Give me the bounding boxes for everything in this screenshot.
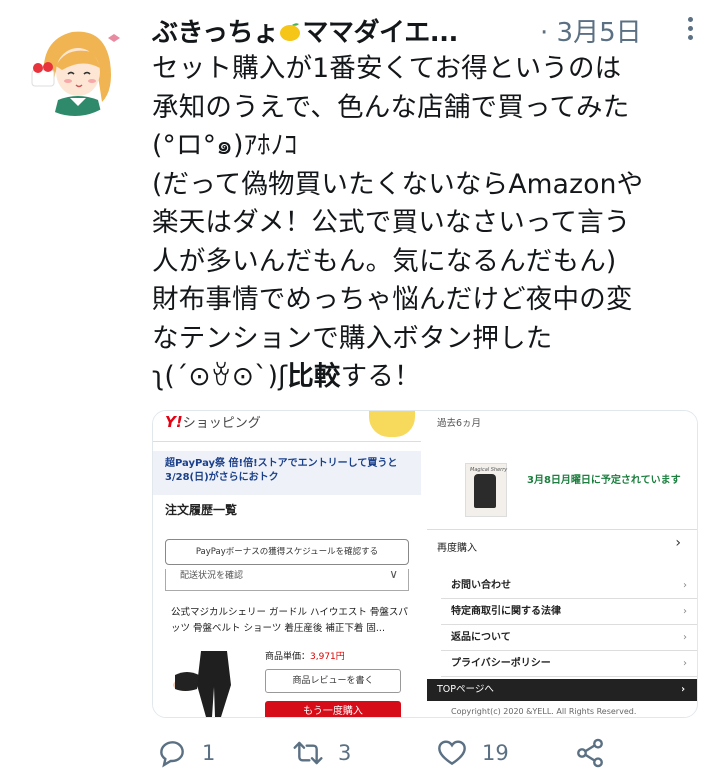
footer-link-label: お問い合わせ xyxy=(451,580,511,591)
avatar[interactable] xyxy=(22,10,128,116)
tweet-line-last: ʅ(´⊙ꈊ⊙`)ʃ比較する！ xyxy=(152,358,708,397)
line-suffix: する！ xyxy=(340,361,421,392)
chevron-right-icon: › xyxy=(683,606,687,617)
footer-link-label: 返品について xyxy=(451,632,511,643)
author-name-tail: ママダイエ... xyxy=(302,18,458,48)
reply-icon xyxy=(160,741,184,768)
write-review-button: 商品レビューを書く xyxy=(265,669,401,693)
buy-again-button: もう一度購入 xyxy=(265,701,401,717)
author-name-text: ぶきっちょ xyxy=(152,18,279,48)
status-select-text: 配送状況を確認 xyxy=(180,571,244,581)
more-options-icon[interactable] xyxy=(682,14,698,44)
retweet-button[interactable]: 3 xyxy=(292,738,351,768)
product-price: 商品単価：3,971円 xyxy=(265,649,345,662)
media-grid: Y!ショッピング 超PayPay祭 倍!倍!ストアでエントリーして買うと3/28… xyxy=(152,410,698,718)
media-image-4[interactable]: お問い合わせ › 特定商取引に関する法律 › 返品について › プライバシーポリシー ›… xyxy=(427,569,697,717)
footer-link-label: 特定商取引に関する法律 xyxy=(451,606,561,617)
product-thumbnail: Magical Sherry xyxy=(465,463,507,517)
top-page-label: TOPページへ xyxy=(437,684,494,695)
chevron-right-icon: › xyxy=(683,632,687,643)
footer-link-privacy: プライバシーポリシー › xyxy=(441,651,697,677)
media-image-3[interactable]: 配送状況を確認 ∨ 公式マジカルシェリー ガードル ハイウエスト 骨盤スパッツ 骨… xyxy=(153,569,421,717)
yahoo-header: Y!ショッピング xyxy=(153,411,421,442)
tweet-line: 楽天はダメ！公式で買いなさいって言う xyxy=(152,207,631,238)
copyright: Copyright(c) 2020 &YELL. All Rights Rese… xyxy=(451,707,637,716)
yahoo-logo-text: ショッピング xyxy=(182,416,261,431)
order-history-title: 注文履歴一覧 xyxy=(165,503,238,517)
period-label: 過去6ヵ月 xyxy=(437,418,482,429)
footer-link-returns: 返品について › xyxy=(441,625,697,651)
mascot-icon xyxy=(369,411,415,437)
tweet-line: セット購入が1番安くてお得というのは xyxy=(152,53,622,84)
footer-link-law: 特定商取引に関する法律 › xyxy=(441,599,697,625)
chevron-right-icon: › xyxy=(683,580,687,591)
chevron-right-icon: › xyxy=(681,684,685,695)
like-button[interactable]: 19 xyxy=(436,738,509,768)
chevron-down-icon: ∨ xyxy=(389,569,398,581)
tweet-line: なテンションで購入ボタン押した xyxy=(152,322,553,354)
promo-banner: 超PayPay祭 倍!倍!ストアでエントリーして買うと3/28(日)がさらにおト… xyxy=(153,451,421,495)
product-name: 公式マジカルシェリー ガードル ハイウエスト 骨盤スパッツ 骨盤ベルト ショーツ… xyxy=(171,607,408,634)
tweet-line: 財布事情でめっちゃ悩んだけど夜中の変 xyxy=(152,284,633,315)
retweet-count: 3 xyxy=(338,741,352,765)
delivery-status: 3月8日月曜日に予定されています xyxy=(527,475,681,486)
media-image-2[interactable]: 過去6ヵ月 Magical Sherry 3月8日月曜日に予定されています 再度… xyxy=(427,411,697,565)
footer-link-label: プライバシーポリシー xyxy=(451,658,551,669)
promo-text: 超PayPay祭 倍!倍!ストアでエントリーして買うと3/28(日)がさらにおト… xyxy=(165,458,398,483)
delivery-status-select: 配送状況を確認 ∨ xyxy=(165,569,409,591)
retweet-icon xyxy=(293,741,323,765)
chevron-right-icon: › xyxy=(675,535,681,551)
tweet-date[interactable]: · 3月5日 xyxy=(540,12,642,49)
divider xyxy=(427,529,697,530)
product-image xyxy=(171,645,255,717)
chevron-right-icon: › xyxy=(683,658,687,669)
kaomoji: ʅ(´⊙ꈊ⊙`)ʃ xyxy=(152,361,288,392)
media-image-1[interactable]: Y!ショッピング 超PayPay祭 倍!倍!ストアでエントリーして買うと3/28… xyxy=(153,411,421,565)
reply-count: 1 xyxy=(202,741,216,765)
share-icon xyxy=(577,738,603,768)
price-label: 商品単価： xyxy=(265,652,311,662)
tweet-line: (だって偽物買いたくないならAmazonや xyxy=(152,168,644,200)
share-button[interactable] xyxy=(574,738,606,768)
heart-icon xyxy=(438,740,466,766)
rebuy-link: 再度購入 xyxy=(437,543,477,554)
yahoo-logo-mark: Y! xyxy=(165,413,183,431)
tweet-line: 人が多いんだもん。気になるんだもん) xyxy=(152,245,617,277)
price-value: 3,971円 xyxy=(310,652,345,662)
tweet-actions: 1 3 19 xyxy=(152,730,708,780)
tweet-header: ぶきっちょ ママダイエ... · 3月5日 xyxy=(152,8,708,48)
tweet-text: セット購入が1番安くてお得というのは 承知のうえで、色んな店舗で買ってみた (°… xyxy=(152,50,708,397)
lemon-icon xyxy=(280,23,301,41)
paypay-schedule-button: PayPayボーナスの獲得スケジュールを確認する xyxy=(165,539,409,565)
top-page-link: TOPページへ › xyxy=(427,679,697,701)
yahoo-logo: Y!ショッピング xyxy=(165,412,261,431)
bold-text: 比較 xyxy=(287,361,341,392)
author-name[interactable]: ぶきっちょ ママダイエ... xyxy=(152,12,458,49)
footer-link-contact: お問い合わせ › xyxy=(441,573,697,599)
reply-button[interactable]: 1 xyxy=(156,738,215,768)
like-count: 19 xyxy=(482,741,509,765)
tweet-line: (°ロ°๑)ｱﾎﾉｺ xyxy=(152,130,298,161)
tweet-line: 承知のうえで、色んな店舗で買ってみた xyxy=(152,91,630,123)
